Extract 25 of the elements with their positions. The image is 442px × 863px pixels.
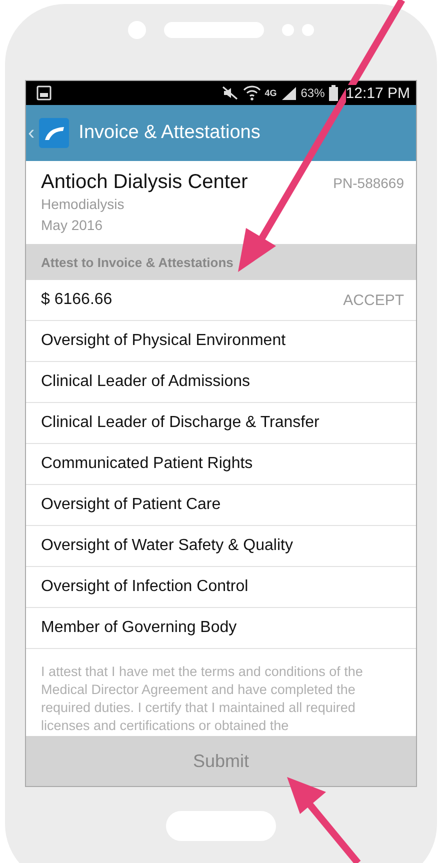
image-icon xyxy=(36,85,52,101)
attestation-item[interactable]: Oversight of Physical Environment xyxy=(26,321,416,362)
section-title: Attest to Invoice & Attestations xyxy=(41,254,234,270)
network-label: 4G xyxy=(264,88,277,98)
billing-period: May 2016 xyxy=(41,216,104,235)
attestation-item[interactable]: Member of Governing Body xyxy=(26,608,416,649)
service-type: Hemodialysis xyxy=(41,195,126,214)
attestation-item[interactable]: Communicated Patient Rights xyxy=(26,444,416,485)
attestation-statement: I attest that I have met the terms and conditions of the Medical Director Agreement and have completed the required duties. I certify that I maintained all required licenses and certifications or obtained the xyxy=(40,663,364,735)
attestation-item[interactable]: Oversight of Patient Care xyxy=(26,485,416,526)
facility-name: Antioch Dialysis Center xyxy=(41,171,248,194)
clock: 12:17 PM xyxy=(346,84,410,102)
mute-icon xyxy=(220,85,239,101)
provider-number: PN-588669 xyxy=(333,175,404,191)
attestation-item[interactable]: Clinical Leader of Admissions xyxy=(26,362,416,403)
battery-percent: 63% xyxy=(300,86,325,100)
signal-icon xyxy=(280,85,297,101)
attestation-item[interactable]: Clinical Leader of Discharge & Transfer xyxy=(26,403,416,444)
attestation-item[interactable]: Oversight of Water Safety & Quality xyxy=(26,526,416,567)
battery-icon xyxy=(328,85,338,101)
screen-title: Invoice & Attestations xyxy=(78,122,260,144)
attestation-item[interactable]: Oversight of Infection Control xyxy=(26,567,416,608)
wifi-icon xyxy=(242,85,261,101)
app-logo-icon xyxy=(38,118,69,148)
invoice-amount: $ 6166.66 xyxy=(41,291,112,309)
